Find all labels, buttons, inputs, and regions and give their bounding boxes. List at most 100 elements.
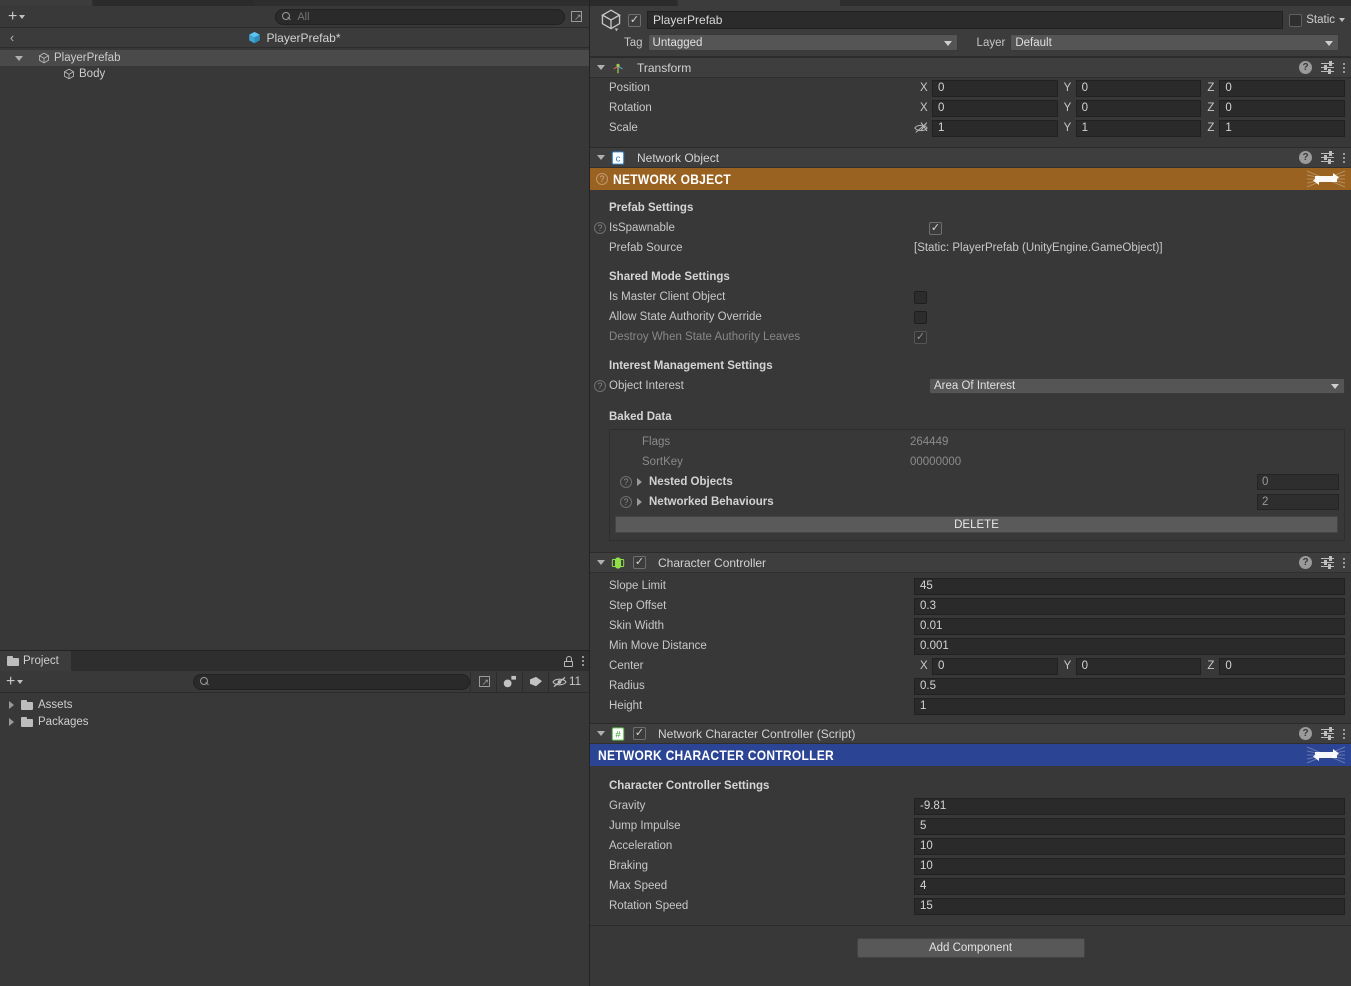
scale-z-input[interactable]: 1 bbox=[1219, 119, 1346, 137]
project-create-button[interactable]: + bbox=[2, 673, 27, 691]
constrain-proportions-icon[interactable] bbox=[914, 122, 928, 134]
project-row-packages[interactable]: Packages bbox=[0, 713, 589, 730]
foldout-icon[interactable] bbox=[597, 155, 605, 160]
hierarchy-expand-icon[interactable]: ↗ bbox=[569, 9, 585, 25]
max-speed-input[interactable]: 4 bbox=[914, 877, 1345, 895]
help-icon[interactable]: ? bbox=[594, 222, 606, 234]
tab-lighting[interactable] bbox=[678, 0, 840, 6]
preset-icon[interactable] bbox=[1321, 151, 1334, 164]
slope-limit-input[interactable]: 45 bbox=[914, 577, 1345, 595]
foldout-icon[interactable] bbox=[597, 65, 605, 70]
networked-behaviours-count[interactable]: 2 bbox=[1257, 494, 1339, 510]
allow-state-authority-override-checkbox[interactable] bbox=[914, 310, 927, 324]
jump-impulse-input[interactable]: 5 bbox=[914, 817, 1345, 835]
hierarchy-search-input[interactable] bbox=[297, 10, 558, 23]
nested-objects-count[interactable]: 0 bbox=[1257, 474, 1339, 490]
foldout-icon[interactable] bbox=[597, 560, 605, 565]
isspawnable-checkbox[interactable] bbox=[929, 221, 942, 235]
component-header-network-character-controller[interactable]: # Network Character Controller (Script) … bbox=[590, 723, 1351, 744]
hierarchy-tree[interactable]: PlayerPrefab Body bbox=[0, 48, 589, 650]
hierarchy-search-box[interactable] bbox=[275, 8, 565, 25]
hidden-items-count[interactable]: 11 bbox=[548, 671, 587, 692]
object-interest-dropdown[interactable]: Area Of Interest bbox=[929, 378, 1345, 394]
project-menu-icon[interactable] bbox=[582, 656, 584, 666]
tab-scene[interactable] bbox=[94, 0, 254, 6]
step-offset-input[interactable]: 0.3 bbox=[914, 597, 1345, 615]
foldout-icon[interactable] bbox=[6, 717, 16, 726]
is-master-client-object-checkbox[interactable] bbox=[914, 290, 927, 304]
tag-dropdown[interactable]: Untagged bbox=[647, 34, 958, 51]
foldout-icon[interactable] bbox=[637, 478, 642, 486]
group-heading-baked-data: Baked Data bbox=[609, 410, 672, 423]
scale-x-input[interactable]: 1 bbox=[932, 119, 1058, 137]
tag-value: Untagged bbox=[652, 36, 703, 49]
project-filter-type-button[interactable] bbox=[496, 671, 522, 692]
braking-input[interactable]: 10 bbox=[914, 857, 1345, 875]
layer-dropdown[interactable]: Default bbox=[1010, 34, 1339, 51]
preset-icon[interactable] bbox=[1321, 61, 1334, 74]
help-icon[interactable]: ? bbox=[1299, 151, 1312, 164]
chevron-down-icon[interactable] bbox=[1339, 18, 1345, 22]
preset-icon[interactable] bbox=[1321, 556, 1334, 569]
height-input[interactable]: 1 bbox=[914, 697, 1345, 715]
help-icon[interactable]: ? bbox=[594, 380, 606, 392]
component-header-transform[interactable]: Transform ? bbox=[590, 57, 1351, 78]
gravity-input[interactable]: -9.81 bbox=[914, 797, 1345, 815]
preset-icon[interactable] bbox=[1321, 727, 1334, 740]
center-x-input[interactable]: 0 bbox=[932, 657, 1058, 675]
component-menu-icon[interactable] bbox=[1343, 62, 1345, 73]
tab-project[interactable]: Project bbox=[0, 651, 71, 671]
help-icon[interactable]: ? bbox=[596, 173, 608, 185]
component-menu-icon[interactable] bbox=[1343, 557, 1345, 568]
tab-hierarchy[interactable] bbox=[0, 0, 92, 6]
project-tree[interactable]: Assets Packages bbox=[0, 693, 589, 986]
project-filter-label-button[interactable] bbox=[522, 671, 548, 692]
component-header-network-object[interactable]: c Network Object ? bbox=[590, 147, 1351, 168]
component-header-character-controller[interactable]: Character Controller ? bbox=[590, 552, 1351, 573]
static-toggle-group[interactable]: Static bbox=[1289, 13, 1345, 27]
hierarchy-row-body[interactable]: Body bbox=[0, 66, 589, 82]
hierarchy-row-playerprefab[interactable]: PlayerPrefab bbox=[0, 50, 589, 66]
static-checkbox[interactable] bbox=[1289, 13, 1303, 27]
gameobject-name-input[interactable]: PlayerPrefab bbox=[647, 11, 1284, 29]
project-row-assets[interactable]: Assets bbox=[0, 696, 589, 713]
foldout-icon[interactable] bbox=[597, 731, 605, 736]
character-controller-enabled-checkbox[interactable] bbox=[633, 556, 646, 569]
rotation-speed-input[interactable]: 15 bbox=[914, 897, 1345, 915]
acceleration-input[interactable]: 10 bbox=[914, 837, 1345, 855]
center-z-input[interactable]: 0 bbox=[1219, 657, 1346, 675]
rotation-x-input[interactable]: 0 bbox=[932, 99, 1058, 117]
add-component-button[interactable]: Add Component bbox=[856, 938, 1085, 958]
scale-y-input[interactable]: 1 bbox=[1075, 119, 1202, 137]
position-x-input[interactable]: 0 bbox=[932, 79, 1058, 97]
foldout-icon[interactable] bbox=[6, 700, 16, 709]
radius-input[interactable]: 0.5 bbox=[914, 677, 1345, 695]
row-rotation-speed: Rotation Speed 15 bbox=[590, 896, 1351, 916]
min-move-distance-input[interactable]: 0.001 bbox=[914, 637, 1345, 655]
delete-baked-data-button[interactable]: DELETE bbox=[615, 516, 1338, 533]
fusion-band-network-character-controller: NETWORK CHARACTER CONTROLLER bbox=[590, 744, 1351, 766]
project-search-input[interactable] bbox=[215, 675, 464, 688]
help-icon[interactable]: ? bbox=[620, 476, 632, 488]
project-search-box[interactable] bbox=[193, 673, 471, 690]
position-y-input[interactable]: 0 bbox=[1075, 79, 1202, 97]
rotation-y-input[interactable]: 0 bbox=[1075, 99, 1202, 117]
network-character-controller-enabled-checkbox[interactable] bbox=[633, 727, 646, 740]
position-z-input[interactable]: 0 bbox=[1219, 79, 1346, 97]
help-icon[interactable]: ? bbox=[620, 496, 632, 508]
component-menu-icon[interactable] bbox=[1343, 728, 1345, 739]
component-menu-icon[interactable] bbox=[1343, 152, 1345, 163]
tab-inspector[interactable] bbox=[590, 0, 676, 6]
project-expand-button[interactable]: ↗ bbox=[470, 671, 496, 692]
help-icon[interactable]: ? bbox=[1299, 556, 1312, 569]
create-object-button[interactable]: + bbox=[4, 8, 29, 26]
skin-width-input[interactable]: 0.01 bbox=[914, 617, 1345, 635]
help-icon[interactable]: ? bbox=[1299, 61, 1312, 74]
gameobject-enabled-checkbox[interactable] bbox=[628, 13, 641, 27]
rotation-z-input[interactable]: 0 bbox=[1219, 99, 1346, 117]
help-icon[interactable]: ? bbox=[1299, 727, 1312, 740]
lock-icon[interactable] bbox=[564, 655, 573, 667]
foldout-icon[interactable] bbox=[637, 498, 642, 506]
center-y-input[interactable]: 0 bbox=[1075, 657, 1202, 675]
foldout-icon[interactable] bbox=[12, 55, 25, 61]
